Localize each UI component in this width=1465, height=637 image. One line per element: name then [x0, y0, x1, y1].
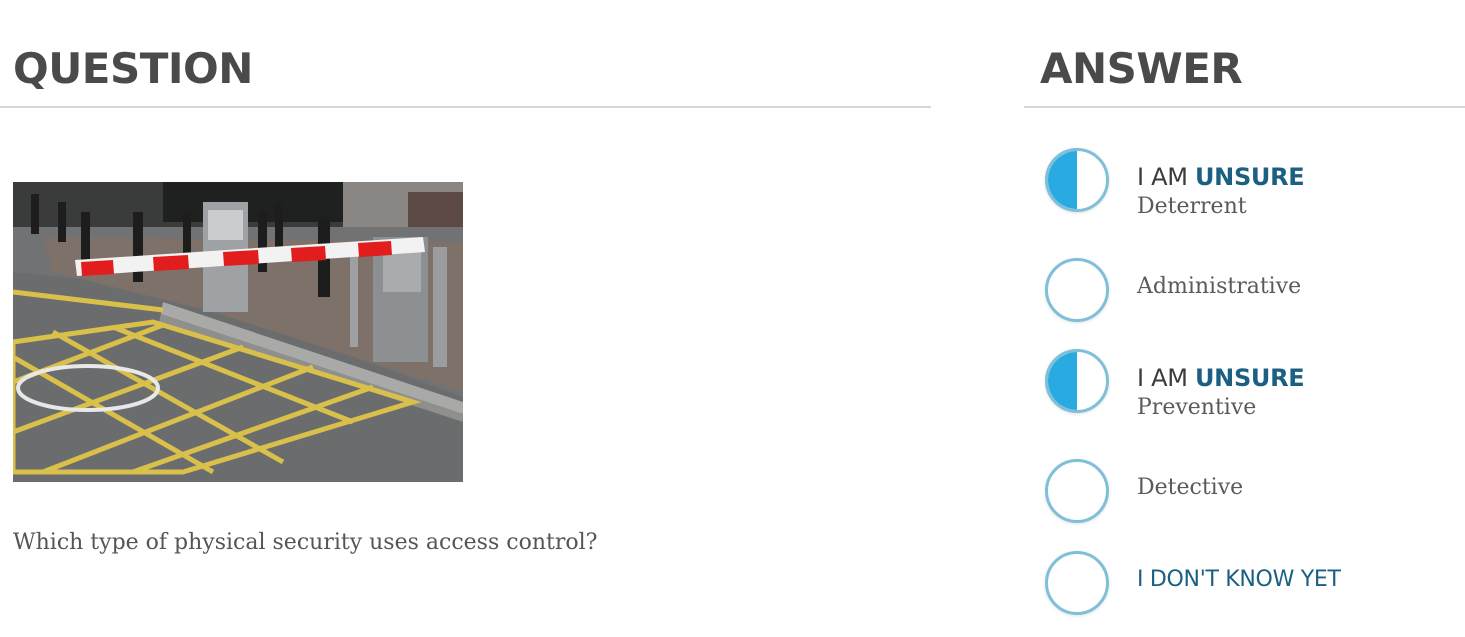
question-text: Which type of physical security uses acc…	[13, 530, 598, 555]
dont-know-label: I DON'T KNOW YET	[1137, 567, 1341, 592]
radio-empty-icon[interactable]	[1045, 459, 1109, 523]
question-divider	[0, 106, 931, 108]
unsure-status: I AM UNSURE	[1137, 364, 1305, 392]
radio-half-filled-icon[interactable]	[1045, 349, 1109, 413]
answer-option-administrative[interactable]: Administrative	[1045, 258, 1445, 328]
answer-label: Administrative	[1137, 274, 1302, 299]
answer-label: Detective	[1137, 475, 1244, 500]
answer-option-dont-know[interactable]: I DON'T KNOW YET	[1045, 551, 1445, 621]
answer-option-deterrent[interactable]: I AM UNSURE Deterrent	[1045, 148, 1445, 219]
answer-label: Preventive	[1137, 395, 1257, 420]
question-image-parking-barrier	[13, 182, 463, 482]
unsure-status: I AM UNSURE	[1137, 163, 1305, 191]
radio-empty-icon[interactable]	[1045, 551, 1109, 615]
answer-option-preventive[interactable]: I AM UNSURE Preventive	[1045, 349, 1445, 420]
radio-half-filled-icon[interactable]	[1045, 148, 1109, 212]
answer-divider	[1024, 106, 1465, 108]
answer-heading: ANSWER	[1040, 44, 1243, 93]
question-heading: QUESTION	[13, 44, 253, 93]
answer-option-detective[interactable]: Detective	[1045, 459, 1445, 529]
answer-label: Deterrent	[1137, 194, 1247, 219]
radio-empty-icon[interactable]	[1045, 258, 1109, 322]
